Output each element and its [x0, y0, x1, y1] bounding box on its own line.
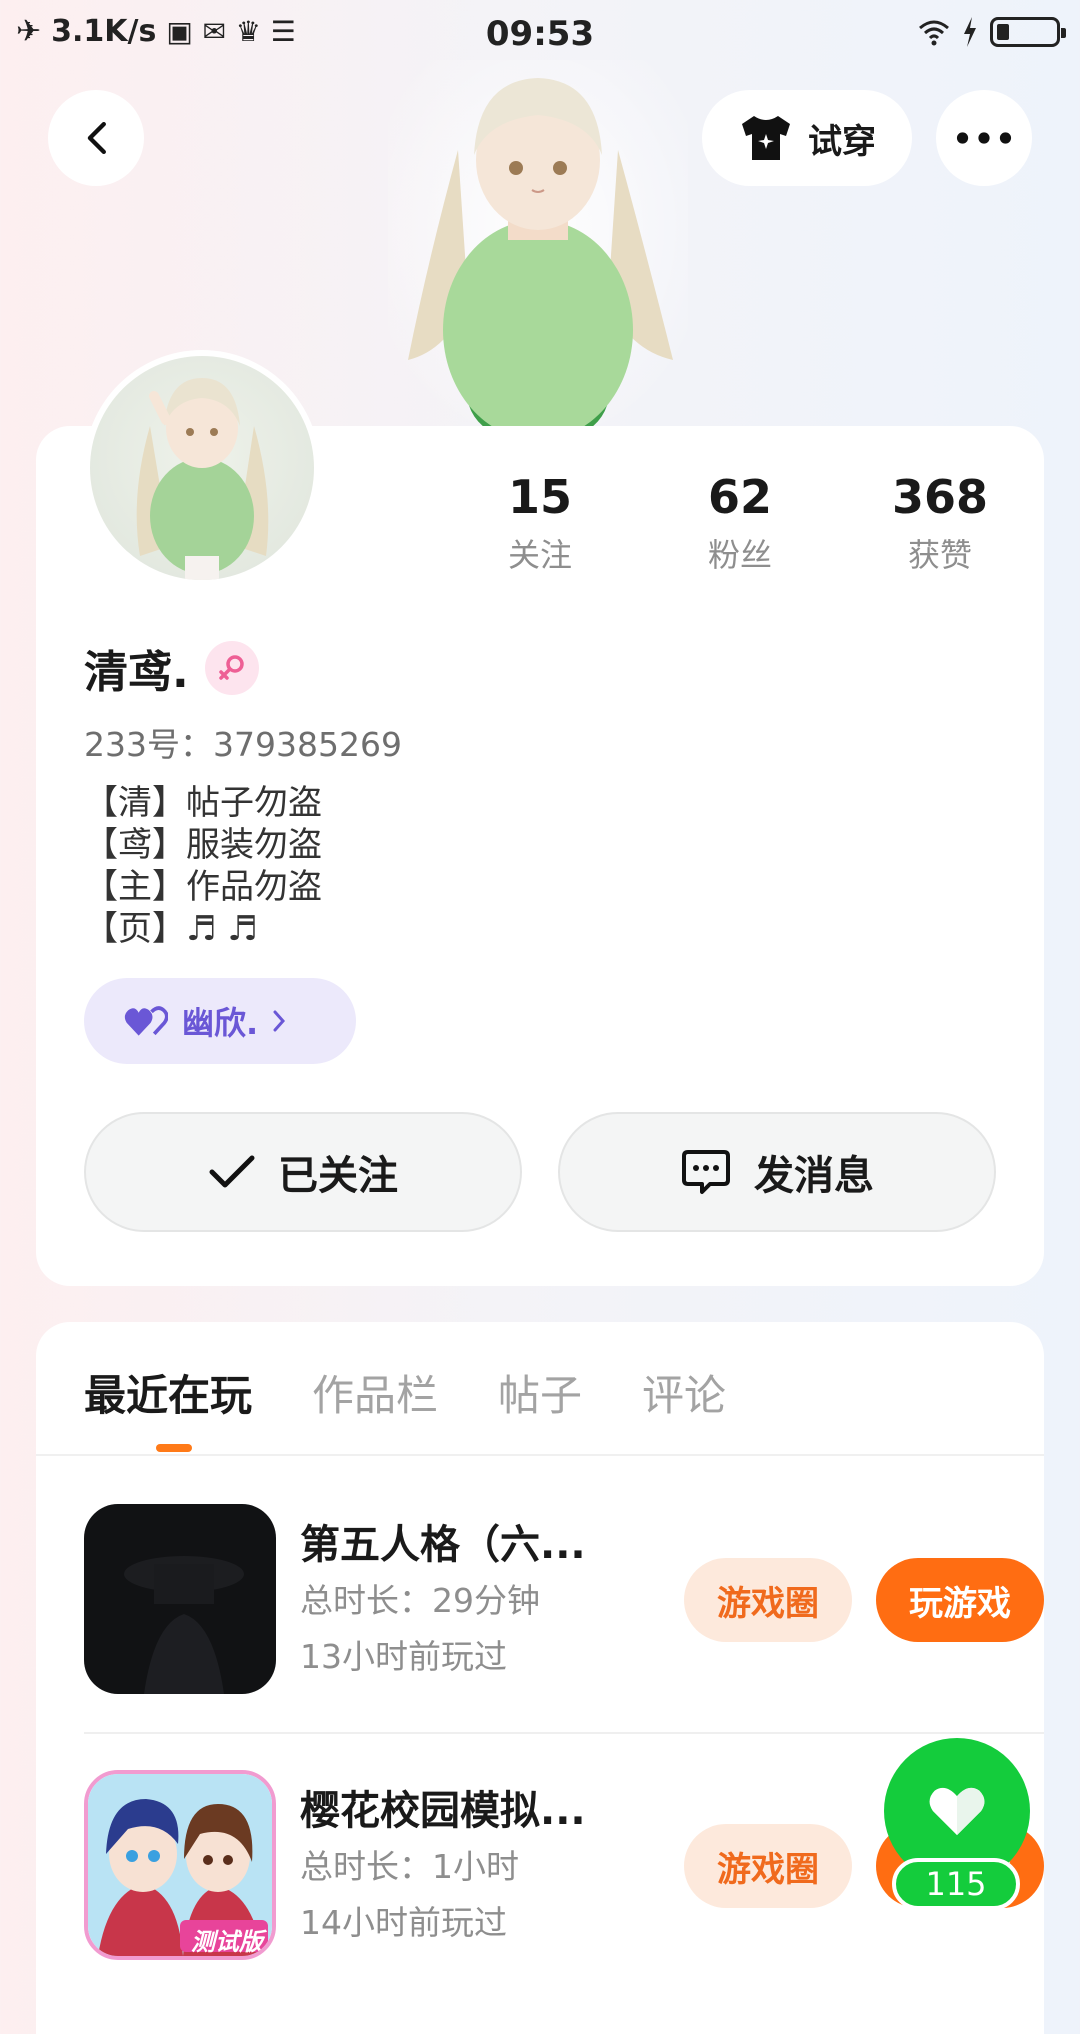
game-icon: [84, 1504, 276, 1694]
tab-comments[interactable]: 评论: [642, 1362, 726, 1423]
heart-icon: [929, 1787, 985, 1836]
bio-line: 【主】作品勿盗: [84, 867, 322, 907]
game-icon: 测试版: [84, 1770, 276, 1960]
check-icon: [209, 1155, 255, 1188]
wifi-icon: [919, 20, 949, 46]
stat-label: 获赞: [907, 536, 972, 574]
chevron-left-icon: [87, 121, 106, 155]
chevron-right-icon: [273, 1010, 286, 1032]
game-row[interactable]: 第五人格（六... 总时长：29分钟 13小时前玩过 游戏圈 玩游戏: [84, 1504, 1044, 1694]
send-message-label: 发消息: [754, 1153, 874, 1199]
bio-line: 【页】♬ ♬: [84, 909, 258, 949]
relation-tag[interactable]: 幽欣.: [84, 978, 356, 1064]
tab-bar: 最近在玩 作品栏 帖子 评论: [84, 1362, 726, 1423]
game-title: 第五人格（六...: [300, 1522, 586, 1568]
try-on-label: 试穿: [808, 121, 876, 162]
game-icon-badge: 测试版: [191, 1928, 263, 1956]
stat-likes[interactable]: 368 获赞: [840, 470, 1040, 576]
divider: [36, 1454, 1044, 1456]
female-icon: [204, 641, 259, 695]
try-on-button[interactable]: 试穿: [702, 90, 912, 186]
avatar-3d-figure[interactable]: [388, 60, 688, 430]
game-circle-button[interactable]: 游戏圈: [684, 1824, 852, 1908]
followed-button[interactable]: 已关注: [84, 1112, 522, 1232]
stat-value: 62: [707, 470, 772, 524]
bio: 【清】帖子勿盗 【鸢】服装勿盗 【主】作品勿盗 【页】♬ ♬: [84, 782, 322, 950]
profile-stats: 15 关注 62 粉丝 368 获赞: [440, 470, 1040, 576]
game-last-played: 14小时前玩过: [300, 1903, 507, 1942]
tab-recently-played[interactable]: 最近在玩: [84, 1362, 252, 1423]
bio-line: 【清】帖子勿盗: [84, 783, 322, 823]
battery-icon: [990, 17, 1066, 47]
stat-followers[interactable]: 62 粉丝: [640, 470, 840, 576]
game-title: 樱花校园模拟...: [300, 1788, 586, 1834]
avatar[interactable]: [84, 350, 320, 586]
tab-works[interactable]: 作品栏: [312, 1362, 438, 1423]
double-heart-icon: [124, 1006, 168, 1036]
more-dots-icon: [956, 132, 1012, 144]
avatar-image: [90, 356, 314, 580]
charging-icon: [964, 17, 976, 47]
followed-label: 已关注: [278, 1153, 398, 1199]
game-last-played: 13小时前玩过: [300, 1637, 507, 1676]
more-button[interactable]: [936, 90, 1032, 186]
stat-value: 15: [507, 470, 572, 524]
tab-posts[interactable]: 帖子: [498, 1362, 582, 1423]
stat-label: 粉丝: [707, 536, 772, 574]
play-game-button[interactable]: 玩游戏: [876, 1558, 1044, 1642]
back-button[interactable]: [48, 90, 144, 186]
game-duration: 总时长：1小时: [300, 1847, 519, 1886]
game-duration: 总时长：29分钟: [300, 1581, 540, 1620]
tab-indicator: [156, 1444, 192, 1452]
action-buttons: 已关注 发消息: [84, 1112, 996, 1232]
user-id: 233号：379385269: [84, 725, 402, 764]
chat-bubble-icon: [682, 1150, 730, 1194]
content-card: 最近在玩 作品栏 帖子 评论 第五人格（六... 总时长：29分钟 13小时前玩…: [36, 1322, 1044, 2034]
status-right: [918, 16, 1066, 48]
avatar-figure: [136, 378, 269, 580]
bio-line: 【鸢】服装勿盗: [84, 825, 322, 865]
send-message-button[interactable]: 发消息: [558, 1112, 996, 1232]
relation-tag-label: 幽欣.: [182, 1004, 259, 1042]
stat-label: 关注: [507, 536, 572, 574]
nickname-row: 清鸢.: [84, 636, 259, 700]
divider: [84, 1732, 1044, 1734]
stat-following[interactable]: 15 关注: [440, 470, 640, 576]
game-circle-button[interactable]: 游戏圈: [684, 1558, 852, 1642]
stat-value: 368: [891, 470, 989, 524]
like-count: 115: [892, 1858, 1020, 1910]
tshirt-icon: [742, 116, 790, 160]
nickname: 清鸢.: [84, 647, 189, 698]
